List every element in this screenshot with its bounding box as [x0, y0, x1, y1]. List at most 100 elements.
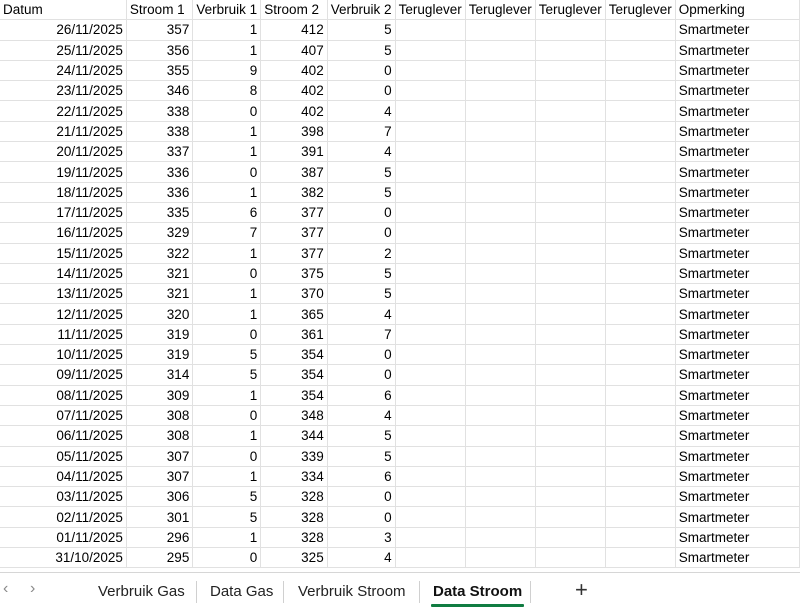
cell-opmerking[interactable]: Smartmeter — [675, 324, 800, 346]
cell-verbruik-2[interactable]: 5 — [327, 425, 396, 447]
cell-verbruik-2[interactable]: 6 — [327, 385, 396, 406]
cell-teruglever-4[interactable] — [605, 324, 676, 346]
cell-datum[interactable]: 01/11/2025 — [0, 527, 127, 549]
cell-verbruik-1[interactable]: 5 — [192, 486, 262, 508]
cell-teruglever-1[interactable] — [395, 80, 466, 102]
cell-teruglever-1[interactable] — [395, 466, 466, 488]
cell-stroom-1[interactable]: 338 — [126, 121, 194, 143]
cell-verbruik-2[interactable]: 6 — [327, 466, 396, 488]
cell-teruglever-1[interactable] — [395, 506, 466, 528]
cell-stroom-2[interactable]: 402 — [260, 80, 328, 102]
cell-stroom-1[interactable]: 336 — [126, 161, 194, 183]
cell-stroom-1[interactable]: 308 — [126, 425, 194, 447]
cell-teruglever-4[interactable] — [605, 344, 676, 366]
cell-opmerking[interactable]: Smartmeter — [675, 283, 800, 305]
cell-teruglever-1[interactable] — [395, 446, 466, 467]
cell-teruglever-3[interactable] — [535, 303, 606, 325]
cell-stroom-2[interactable]: 344 — [260, 425, 328, 447]
cell-verbruik-2[interactable]: 0 — [327, 222, 396, 244]
column-header-verbruik-2[interactable]: Verbruik 2 — [327, 0, 396, 21]
column-header-teruglever-3[interactable]: Teruglever — [535, 0, 606, 21]
cell-verbruik-2[interactable]: 7 — [327, 324, 396, 346]
cell-verbruik-2[interactable]: 4 — [327, 303, 396, 325]
cell-teruglever-4[interactable] — [605, 405, 676, 427]
cell-datum[interactable]: 23/11/2025 — [0, 80, 127, 102]
cell-teruglever-1[interactable] — [395, 324, 466, 346]
cell-teruglever-2[interactable] — [465, 222, 536, 244]
cell-stroom-1[interactable]: 308 — [126, 405, 194, 427]
cell-teruglever-4[interactable] — [605, 161, 676, 183]
cell-teruglever-1[interactable] — [395, 60, 466, 82]
cell-opmerking[interactable]: Smartmeter — [675, 80, 800, 102]
cell-verbruik-1[interactable]: 1 — [192, 40, 262, 61]
cell-verbruik-2[interactable]: 0 — [327, 202, 396, 224]
cell-opmerking[interactable]: Smartmeter — [675, 202, 800, 224]
cell-datum[interactable]: 03/11/2025 — [0, 486, 127, 508]
cell-opmerking[interactable]: Smartmeter — [675, 506, 800, 528]
cell-stroom-1[interactable]: 322 — [126, 243, 194, 264]
cell-stroom-2[interactable]: 412 — [260, 19, 328, 41]
cell-verbruik-2[interactable]: 5 — [327, 40, 396, 61]
cell-teruglever-2[interactable] — [465, 100, 536, 122]
cell-datum[interactable]: 08/11/2025 — [0, 385, 127, 406]
cell-stroom-1[interactable]: 356 — [126, 40, 194, 61]
cell-teruglever-1[interactable] — [395, 202, 466, 224]
cell-verbruik-1[interactable]: 0 — [192, 161, 262, 183]
cell-teruglever-1[interactable] — [395, 547, 466, 569]
cell-teruglever-2[interactable] — [465, 121, 536, 143]
cell-stroom-2[interactable]: 348 — [260, 405, 328, 427]
cell-teruglever-3[interactable] — [535, 405, 606, 427]
cell-opmerking[interactable]: Smartmeter — [675, 141, 800, 163]
cell-datum[interactable]: 04/11/2025 — [0, 466, 127, 488]
cell-teruglever-3[interactable] — [535, 40, 606, 61]
cell-opmerking[interactable]: Smartmeter — [675, 161, 800, 183]
cell-opmerking[interactable]: Smartmeter — [675, 303, 800, 325]
cell-verbruik-2[interactable]: 0 — [327, 80, 396, 102]
cell-opmerking[interactable]: Smartmeter — [675, 527, 800, 549]
cell-stroom-1[interactable]: 307 — [126, 466, 194, 488]
cell-opmerking[interactable]: Smartmeter — [675, 405, 800, 427]
cell-teruglever-3[interactable] — [535, 324, 606, 346]
column-header-datum[interactable]: Datum — [0, 0, 127, 21]
cell-teruglever-1[interactable] — [395, 40, 466, 61]
cell-verbruik-2[interactable]: 5 — [327, 19, 396, 41]
cell-verbruik-2[interactable]: 4 — [327, 100, 396, 122]
cell-stroom-1[interactable]: 321 — [126, 263, 194, 285]
cell-verbruik-2[interactable]: 5 — [327, 161, 396, 183]
cell-verbruik-2[interactable]: 3 — [327, 527, 396, 549]
cell-teruglever-2[interactable] — [465, 547, 536, 569]
tab-data-gas[interactable]: Data Gas — [210, 581, 273, 603]
cell-verbruik-1[interactable]: 0 — [192, 263, 262, 285]
cell-teruglever-2[interactable] — [465, 303, 536, 325]
cell-stroom-2[interactable]: 339 — [260, 446, 328, 467]
cell-teruglever-4[interactable] — [605, 202, 676, 224]
column-header-verbruik-1[interactable]: Verbruik 1 — [192, 0, 262, 21]
cell-teruglever-4[interactable] — [605, 263, 676, 285]
cell-opmerking[interactable]: Smartmeter — [675, 222, 800, 244]
cell-verbruik-1[interactable]: 1 — [192, 527, 262, 549]
cell-opmerking[interactable]: Smartmeter — [675, 243, 800, 264]
column-header-teruglever-4[interactable]: Teruglever — [605, 0, 676, 21]
cell-teruglever-4[interactable] — [605, 40, 676, 61]
cell-teruglever-1[interactable] — [395, 141, 466, 163]
cell-teruglever-1[interactable] — [395, 303, 466, 325]
cell-stroom-1[interactable]: 320 — [126, 303, 194, 325]
cell-verbruik-1[interactable]: 1 — [192, 121, 262, 143]
cell-stroom-2[interactable]: 328 — [260, 506, 328, 528]
cell-teruglever-2[interactable] — [465, 506, 536, 528]
cell-stroom-1[interactable]: 314 — [126, 364, 194, 386]
cell-verbruik-2[interactable]: 2 — [327, 243, 396, 264]
cell-teruglever-3[interactable] — [535, 283, 606, 305]
cell-datum[interactable]: 20/11/2025 — [0, 141, 127, 163]
cell-verbruik-1[interactable]: 1 — [192, 466, 262, 488]
cell-teruglever-3[interactable] — [535, 466, 606, 488]
cell-verbruik-1[interactable]: 7 — [192, 222, 262, 244]
cell-teruglever-4[interactable] — [605, 364, 676, 386]
cell-teruglever-3[interactable] — [535, 222, 606, 244]
cell-opmerking[interactable]: Smartmeter — [675, 486, 800, 508]
cell-teruglever-3[interactable] — [535, 19, 606, 41]
cell-teruglever-2[interactable] — [465, 60, 536, 82]
cell-teruglever-3[interactable] — [535, 446, 606, 467]
cell-stroom-2[interactable]: 361 — [260, 324, 328, 346]
cell-teruglever-2[interactable] — [465, 405, 536, 427]
